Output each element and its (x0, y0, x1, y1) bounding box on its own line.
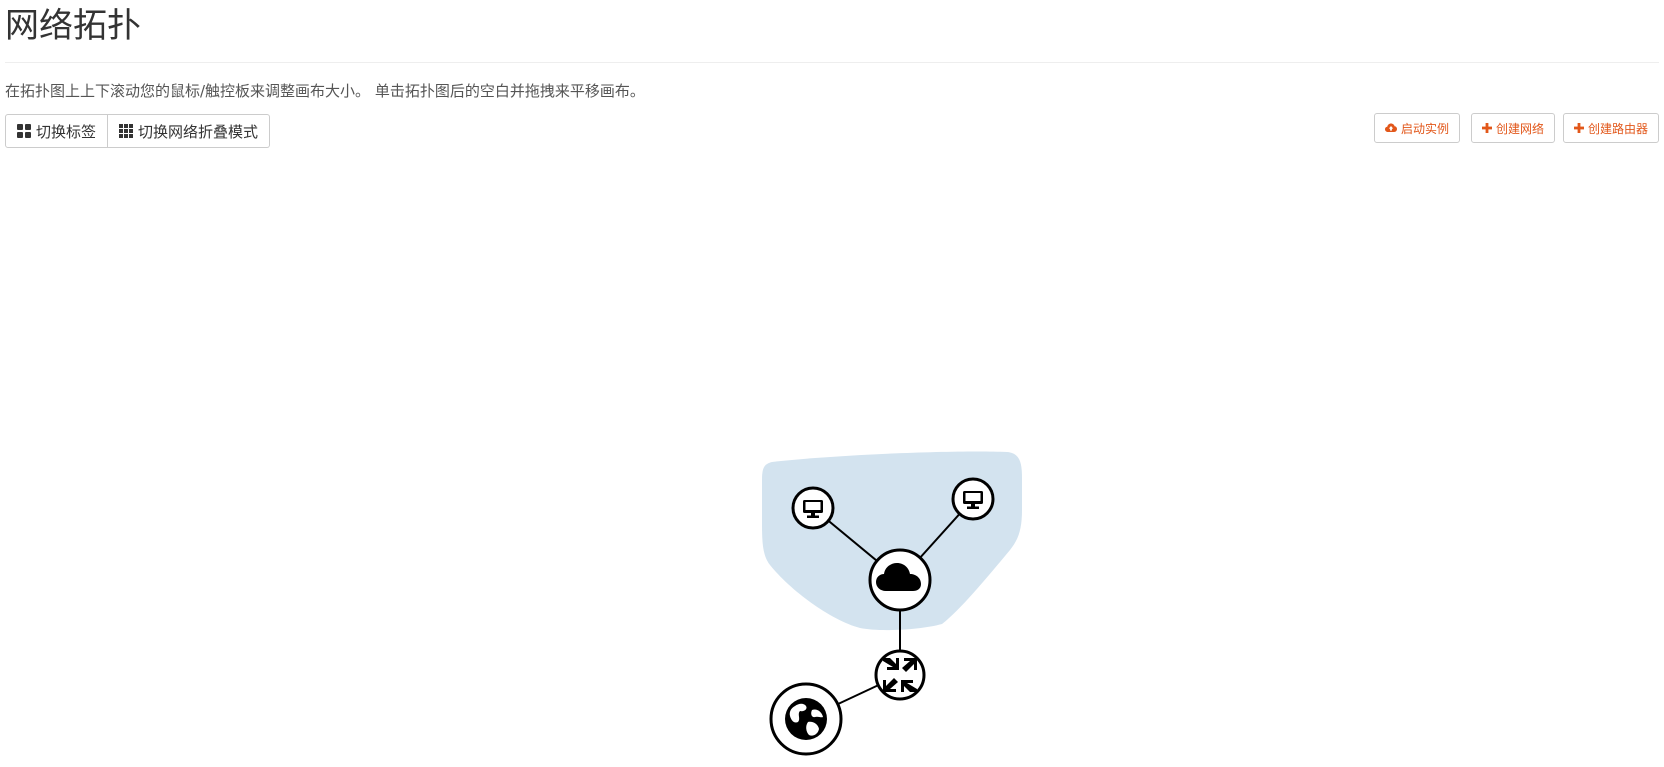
external-network-node[interactable] (769, 682, 843, 756)
network-topology-page: 网络拓扑 在拓扑图上上下滚动您的鼠标/触控板来调整画布大小。 单击拓扑图后的空白… (0, 0, 1664, 767)
network-node[interactable] (868, 548, 932, 612)
cloud-upload-icon (1385, 123, 1397, 133)
toggle-collapse-button[interactable]: 切换网络折叠模式 (108, 114, 271, 148)
create-network-label: 创建网络 (1496, 121, 1545, 136)
th-large-icon (17, 124, 31, 138)
th-icon (119, 124, 134, 138)
view-toggle-group: 切换标签 切换网络折叠模式 (5, 114, 271, 148)
create-router-label: 创建路由器 (1588, 121, 1649, 136)
help-text: 在拓扑图上上下滚动您的鼠标/触控板来调整画布大小。 单击拓扑图后的空白并拖拽来平… (5, 82, 645, 100)
globe-icon (785, 698, 827, 740)
topology-canvas[interactable] (0, 160, 1664, 767)
toggle-collapse-label: 切换网络折叠模式 (138, 122, 259, 141)
plus-icon (1574, 123, 1584, 133)
router-node[interactable] (874, 649, 926, 701)
page-header: 网络拓扑 (5, 0, 1659, 63)
toggle-labels-label: 切换标签 (36, 122, 97, 141)
launch-instance-label: 启动实例 (1401, 121, 1450, 136)
instance-node[interactable] (951, 477, 995, 521)
create-network-button[interactable]: 创建网络 (1471, 113, 1556, 143)
create-router-button[interactable]: 创建路由器 (1563, 113, 1660, 143)
instance-node[interactable] (791, 486, 835, 530)
launch-instance-button[interactable]: 启动实例 (1374, 113, 1461, 143)
page-title: 网络拓扑 (5, 6, 141, 46)
toggle-labels-button[interactable]: 切换标签 (5, 114, 109, 148)
plus-icon (1482, 123, 1492, 133)
